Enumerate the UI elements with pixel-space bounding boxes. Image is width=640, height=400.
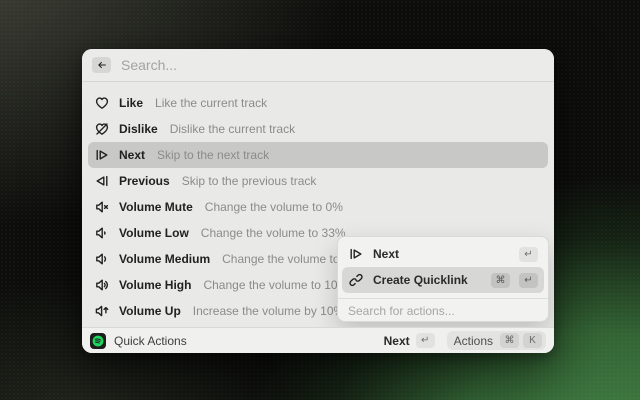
heart-slash-icon bbox=[94, 121, 110, 137]
arrow-left-icon bbox=[96, 59, 108, 71]
list-item-volume-mute[interactable]: Volume Mute Change the volume to 0% bbox=[88, 194, 548, 220]
list-item-subtitle: Change the volume to 0% bbox=[205, 200, 343, 214]
list-item-subtitle: Skip to the next track bbox=[157, 148, 269, 162]
actions-search-input[interactable] bbox=[348, 304, 538, 318]
speaker-mute-icon bbox=[94, 199, 110, 215]
spotify-icon bbox=[90, 333, 106, 349]
skip-back-icon bbox=[94, 173, 110, 189]
speaker-medium-icon bbox=[94, 251, 110, 267]
actions-button-label: Actions bbox=[454, 334, 493, 348]
action-item-label: Next bbox=[373, 247, 399, 261]
list-item-subtitle: Like the current track bbox=[155, 96, 267, 110]
k-key-badge: K bbox=[523, 333, 542, 348]
list-item-previous[interactable]: Previous Skip to the previous track bbox=[88, 168, 548, 194]
list-item-title: Dislike bbox=[119, 122, 158, 136]
actions-search bbox=[338, 299, 548, 323]
action-item-next[interactable]: Next ↵ bbox=[342, 241, 544, 267]
speaker-low-icon bbox=[94, 225, 110, 241]
actions-button[interactable]: Actions ⌘ K bbox=[447, 331, 546, 350]
action-item-create-quicklink[interactable]: Create Quicklink ⌘ ↵ bbox=[342, 267, 544, 293]
return-key-badge: ↵ bbox=[519, 273, 538, 288]
list-item-subtitle: Skip to the previous track bbox=[182, 174, 317, 188]
command-key-badge: ⌘ bbox=[500, 333, 519, 348]
list-item-like[interactable]: Like Like the current track bbox=[88, 90, 548, 116]
list-item-next[interactable]: Next Skip to the next track bbox=[88, 142, 548, 168]
list-item-subtitle: Change the volume to 33% bbox=[201, 226, 346, 240]
list-item-title: Next bbox=[119, 148, 145, 162]
list-item-title: Volume Medium bbox=[119, 252, 210, 266]
list-item-dislike[interactable]: Dislike Dislike the current track bbox=[88, 116, 548, 142]
actions-panel: Next ↵ Create Quicklink ⌘ ↵ bbox=[337, 236, 549, 322]
app-label: Quick Actions bbox=[114, 334, 187, 348]
list-item-title: Previous bbox=[119, 174, 170, 188]
list-item-title: Like bbox=[119, 96, 143, 110]
return-key-badge: ↵ bbox=[519, 247, 538, 262]
skip-forward-icon bbox=[94, 147, 110, 163]
search-bar bbox=[82, 49, 554, 82]
footer-primary-action[interactable]: Next bbox=[384, 334, 410, 348]
actions-panel-list: Next ↵ Create Quicklink ⌘ ↵ bbox=[338, 237, 548, 297]
list-item-title: Volume High bbox=[119, 278, 191, 292]
command-palette-window: Like Like the current track Dislike Disl… bbox=[82, 49, 554, 353]
speaker-up-icon bbox=[94, 303, 110, 319]
back-button[interactable] bbox=[92, 57, 111, 73]
skip-forward-icon bbox=[348, 246, 364, 262]
list-item-title: Volume Low bbox=[119, 226, 189, 240]
list-item-subtitle: Change the volume to 100% bbox=[203, 278, 354, 292]
list-item-subtitle: Increase the volume by 10% bbox=[193, 304, 344, 318]
list-item-subtitle: Dislike the current track bbox=[170, 122, 295, 136]
return-key-badge: ↵ bbox=[416, 333, 435, 348]
link-icon bbox=[348, 272, 364, 288]
footer-bar: Quick Actions Next ↵ Actions ⌘ K bbox=[82, 327, 554, 353]
list-item-title: Volume Up bbox=[119, 304, 181, 318]
list-item-title: Volume Mute bbox=[119, 200, 193, 214]
heart-icon bbox=[94, 95, 110, 111]
action-item-label: Create Quicklink bbox=[373, 273, 468, 287]
command-key-badge: ⌘ bbox=[491, 273, 510, 288]
search-input[interactable] bbox=[121, 57, 441, 73]
speaker-high-icon bbox=[94, 277, 110, 293]
